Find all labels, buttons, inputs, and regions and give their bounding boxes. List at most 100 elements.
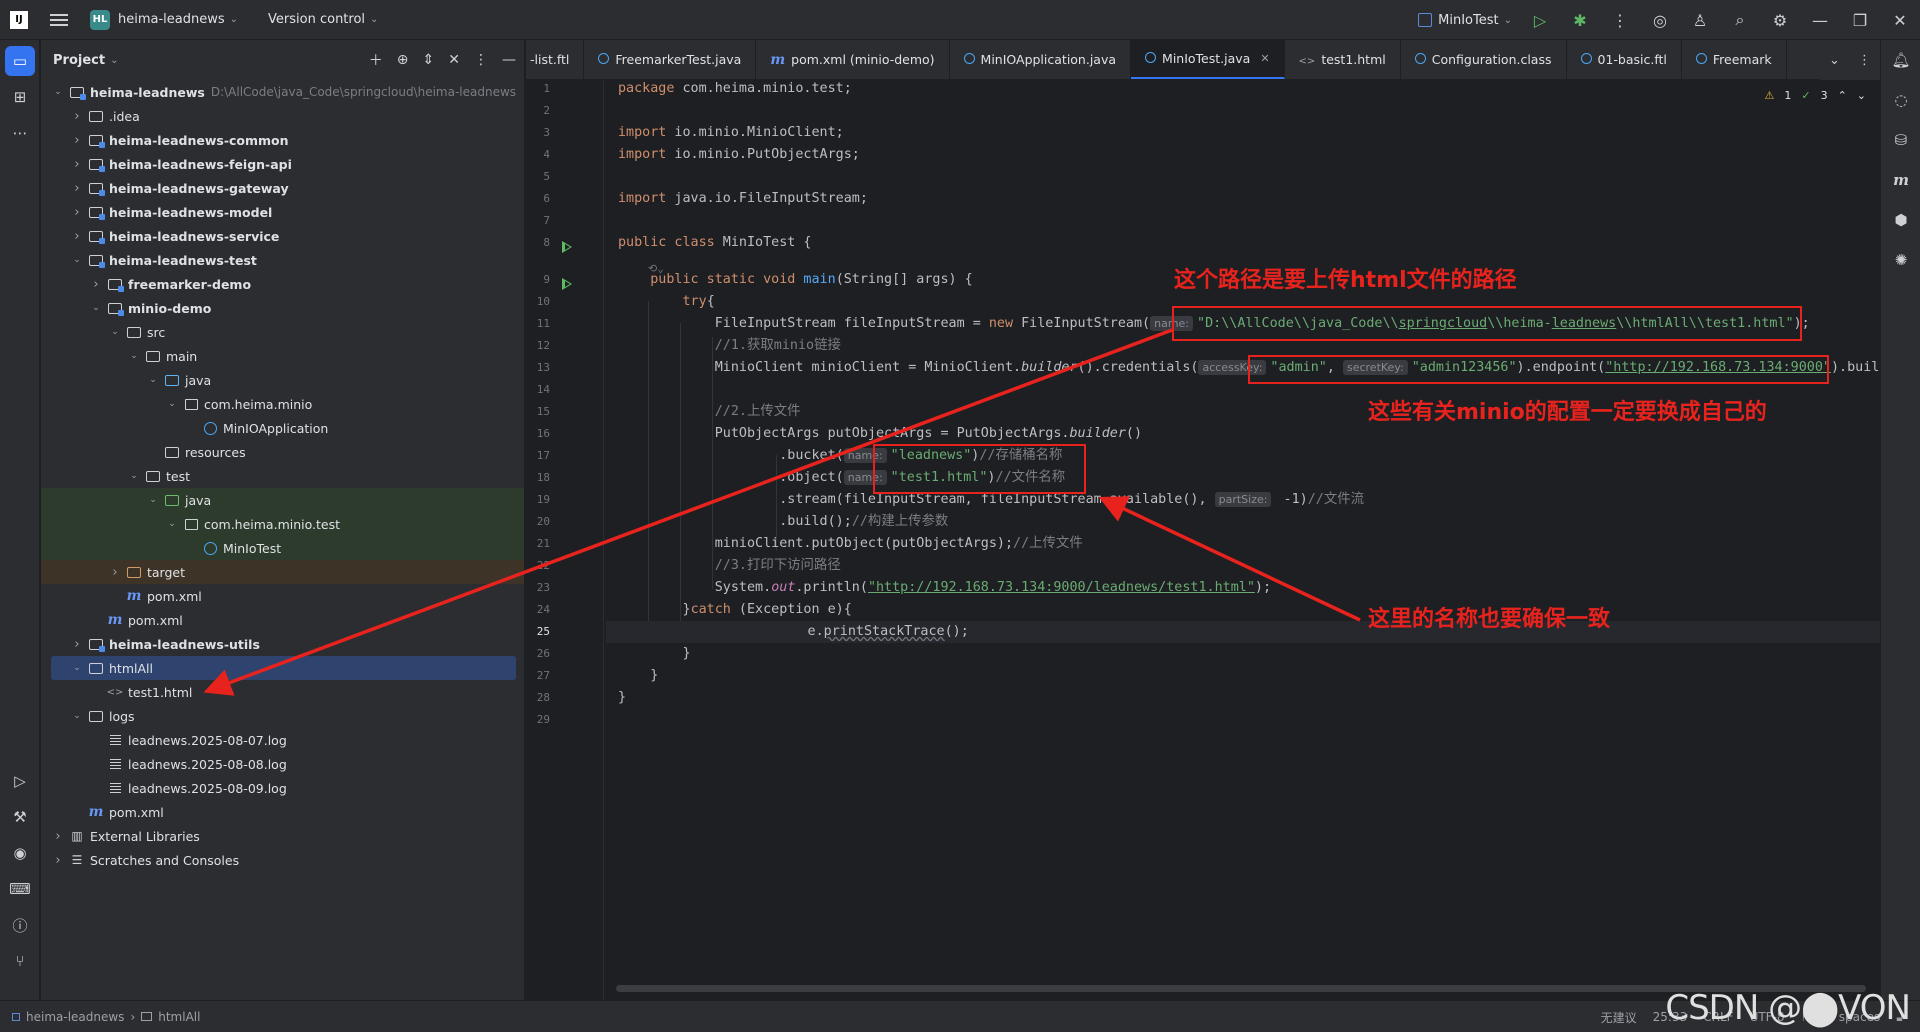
tree-item[interactable]: › heima-leadnews-service [41, 224, 524, 248]
editor-gutter[interactable]: 1 2 3 4 5 6 7 8 9 10 11 12 13 14 15 16 17 18 19 20 21 22 23 24 2… [526, 81, 604, 1000]
ai-advice-status[interactable]: 无建议 [1601, 1009, 1637, 1026]
tree-item[interactable]: ⌄ com.heima.minio.test [41, 512, 524, 536]
add-user-icon[interactable]: ♙ [1680, 0, 1720, 40]
line-number[interactable]: 28 [526, 691, 550, 704]
more-icon[interactable]: ⋮ [1600, 0, 1640, 40]
chevron-right-icon[interactable]: › [70, 133, 84, 148]
line-number[interactable]: 27 [526, 669, 550, 682]
line-number[interactable]: 8 [526, 236, 550, 249]
close-tab-icon[interactable]: ✕ [1260, 52, 1269, 65]
chevron-right-icon[interactable]: › [70, 229, 84, 244]
line-number[interactable]: 13 [526, 361, 550, 374]
tree-item[interactable]: ⌄ java [41, 488, 524, 512]
breadcrumb-folder[interactable]: htmlAll [158, 1010, 200, 1024]
expand-all-icon[interactable]: ⇕ [423, 52, 435, 68]
line-number[interactable]: 22 [526, 559, 550, 572]
line-number[interactable]: 19 [526, 493, 550, 506]
tree-item[interactable]: ⌄ main [41, 344, 524, 368]
chevron-down-icon[interactable]: ⌄ [165, 399, 179, 409]
line-number[interactable]: 25 [526, 625, 550, 638]
collapse-all-icon[interactable]: ✕ [448, 52, 460, 68]
code-area[interactable]: package com.heima.minio.test; import io.… [606, 81, 1880, 1000]
chevron-right-icon[interactable]: › [108, 565, 122, 580]
chevron-right-icon[interactable]: › [89, 277, 103, 292]
chevron-down-icon[interactable]: ⌄ [108, 327, 122, 337]
editor-tab[interactable]: -list.ftl [526, 40, 585, 79]
run-tool-icon[interactable]: ▷ [5, 766, 35, 796]
line-number[interactable]: 21 [526, 537, 550, 550]
chevron-down-icon[interactable]: ⌄ [70, 663, 84, 673]
minimize-window-icon[interactable]: — [1800, 0, 1840, 40]
chevron-down-icon[interactable]: ⌄ [230, 14, 238, 25]
ai-assistant-icon[interactable]: ◎ [1640, 0, 1680, 40]
build-tool-icon[interactable]: ⚒ [5, 802, 35, 832]
line-number[interactable]: 18 [526, 471, 550, 484]
notifications-icon[interactable]: 🔔︎ [1881, 40, 1920, 80]
editor-tab[interactable]: MinIOApplication.java [950, 40, 1132, 79]
problems-tool-icon[interactable]: ⓘ [5, 910, 35, 940]
breadcrumb-project[interactable]: heima-leadnews [26, 1010, 124, 1024]
line-number[interactable]: 7 [526, 214, 550, 227]
line-number[interactable]: 15 [526, 405, 550, 418]
options-icon[interactable]: ⋮ [474, 52, 488, 68]
more-tools-icon[interactable]: ⋯ [5, 118, 35, 148]
plugin-icon[interactable]: ✺ [1881, 240, 1920, 280]
line-number[interactable]: 23 [526, 581, 550, 594]
git-tool-icon[interactable]: ⑂ [5, 946, 35, 976]
chevron-down-icon[interactable]: ⌄ [70, 255, 84, 265]
editor-tab[interactable]: Freemark [1682, 40, 1787, 79]
line-number[interactable]: 10 [526, 295, 550, 308]
code-editor[interactable]: 1 2 3 4 5 6 7 8 9 10 11 12 13 14 15 16 17 18 19 20 21 22 23 24 2… [526, 81, 1880, 1000]
line-number[interactable]: 11 [526, 317, 550, 330]
hide-panel-icon[interactable]: — [502, 52, 516, 68]
chevron-right-icon[interactable]: › [51, 853, 65, 868]
main-menu-icon[interactable] [50, 13, 68, 26]
chevron-right-icon[interactable]: › [70, 205, 84, 220]
line-number[interactable]: 29 [526, 713, 550, 726]
line-number[interactable]: 2 [526, 104, 550, 117]
line-number[interactable]: 17 [526, 449, 550, 462]
project-selector[interactable]: heima-leadnews [118, 12, 225, 27]
chevron-right-icon[interactable]: › [70, 157, 84, 172]
debug-icon[interactable]: ✱ [1560, 0, 1600, 40]
project-panel-title[interactable]: Project [53, 53, 105, 68]
line-number[interactable]: 9 [526, 273, 550, 286]
editor-tab[interactable]: <> test1.html [1285, 40, 1401, 79]
line-number[interactable]: 1 [526, 82, 550, 95]
tree-item[interactable]: › .idea [41, 104, 524, 128]
database-icon[interactable]: ⛁ [1881, 120, 1920, 160]
more-icon[interactable]: ⋮ [1858, 53, 1871, 68]
chevron-down-icon[interactable]: ⌄ [165, 519, 179, 529]
close-window-icon[interactable]: ✕ [1880, 0, 1920, 40]
line-number[interactable]: 4 [526, 148, 550, 161]
tree-item[interactable]: › heima-leadnews-utils [41, 632, 524, 656]
structure-tool-icon[interactable]: ⊞ [5, 82, 35, 112]
chevron-down-icon[interactable]: ⌄ [127, 471, 141, 481]
gradle-icon[interactable]: ⬢ [1881, 200, 1920, 240]
tree-item[interactable]: resources [41, 440, 524, 464]
line-number[interactable]: 16 [526, 427, 550, 440]
editor-tab[interactable]: Configuration.class [1401, 40, 1567, 79]
editor-tab[interactable]: FreemarkerTest.java [584, 40, 757, 79]
run-configuration-selector[interactable]: MinIoTest ⌄ [1410, 13, 1520, 28]
project-tool-icon[interactable]: ▭ [5, 46, 35, 76]
version-control-menu[interactable]: Version control [268, 12, 365, 27]
tree-item[interactable]: <> test1.html [41, 680, 524, 704]
chevron-down-icon[interactable]: ⌄ [146, 495, 160, 505]
line-number[interactable]: 6 [526, 192, 550, 205]
chevron-right-icon[interactable]: › [70, 181, 84, 196]
editor-tab[interactable]: 01-basic.ftl [1567, 40, 1682, 79]
chevron-down-icon[interactable]: ⌄ [89, 303, 103, 313]
tree-item[interactable]: › ▥ External Libraries [41, 824, 524, 848]
line-number[interactable]: 24 [526, 603, 550, 616]
line-number[interactable]: 3 [526, 126, 550, 139]
restore-window-icon[interactable]: ❐ [1840, 0, 1880, 40]
tree-item[interactable]: › heima-leadnews-gateway [41, 176, 524, 200]
tree-item[interactable]: › ☰ Scratches and Consoles [41, 848, 524, 872]
chevron-down-icon[interactable]: ⌄ [1829, 53, 1840, 68]
ai-chat-icon[interactable]: ◌ [1881, 80, 1920, 120]
locate-file-icon[interactable]: ⊕ [397, 52, 409, 68]
chevron-down-icon[interactable]: ⌄ [146, 375, 160, 385]
chevron-down-icon[interactable]: ⌄ [370, 14, 378, 25]
editor-tab[interactable]: MinIoTest.java ✕ [1131, 40, 1285, 79]
